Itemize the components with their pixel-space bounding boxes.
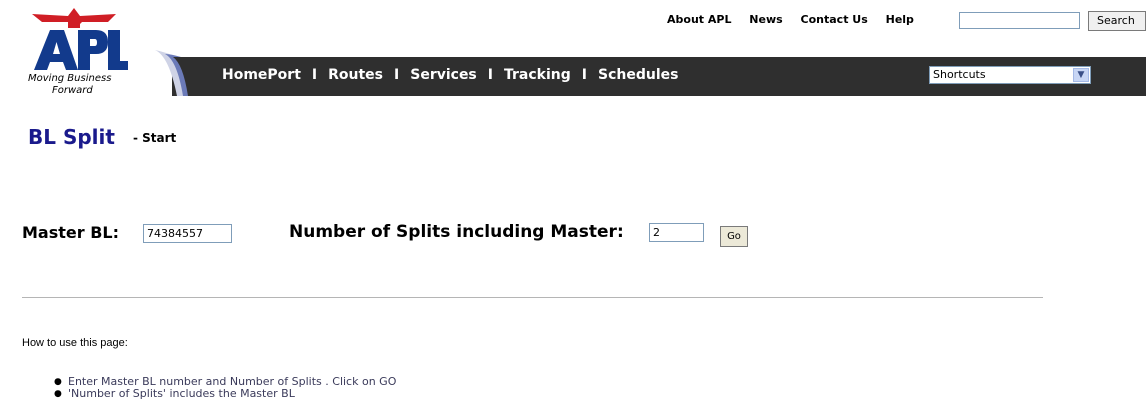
link-news[interactable]: News xyxy=(749,13,782,26)
nav-separator: I xyxy=(581,67,587,83)
link-about-apl[interactable]: About APL xyxy=(667,13,731,26)
link-contact-us[interactable]: Contact Us xyxy=(801,13,868,26)
nav-routes[interactable]: Routes xyxy=(328,67,383,83)
master-bl-label: Master BL: xyxy=(22,223,119,242)
go-button[interactable]: Go xyxy=(720,226,748,247)
master-bl-input[interactable]: 74384557 xyxy=(143,224,232,243)
page-subtitle: - Start xyxy=(133,131,177,145)
tagline-line1: Moving Business xyxy=(28,73,112,84)
top-links: About APL News Contact Us Help xyxy=(667,13,928,26)
swoosh-decoration xyxy=(155,50,215,96)
brand-tagline: Moving Business Forward xyxy=(28,73,128,97)
tagline-line2: Forward xyxy=(52,85,93,96)
nav-services[interactable]: Services xyxy=(410,67,477,83)
splits-label: Number of Splits including Master: xyxy=(289,222,624,242)
nav-tracking[interactable]: Tracking xyxy=(504,67,571,83)
shortcuts-select[interactable]: Shortcuts ▼ xyxy=(929,66,1091,84)
shortcuts-value: Shortcuts xyxy=(933,68,986,81)
search-button[interactable]: Search xyxy=(1088,11,1146,31)
list-item: 'Number of Splits' includes the Master B… xyxy=(54,388,396,401)
chevron-down-icon[interactable]: ▼ xyxy=(1073,68,1089,82)
splits-input[interactable]: 2 xyxy=(649,223,704,242)
nav-homeport[interactable]: HomePort xyxy=(222,67,301,83)
apl-wordmark-icon xyxy=(34,30,128,70)
nav-schedules[interactable]: Schedules xyxy=(598,67,678,83)
help-heading: How to use this page: xyxy=(22,337,128,349)
main-nav: HomePort I Routes I Services I Tracking I Schedu… xyxy=(222,67,678,83)
divider xyxy=(22,297,1043,298)
nav-separator: I xyxy=(487,67,493,83)
nav-separator: I xyxy=(394,67,400,83)
search-input[interactable] xyxy=(959,12,1080,29)
nav-separator: I xyxy=(311,67,318,83)
help-list: Enter Master BL number and Number of Spl… xyxy=(54,376,396,401)
link-help[interactable]: Help xyxy=(886,13,914,26)
page-title: BL Split xyxy=(28,125,115,149)
